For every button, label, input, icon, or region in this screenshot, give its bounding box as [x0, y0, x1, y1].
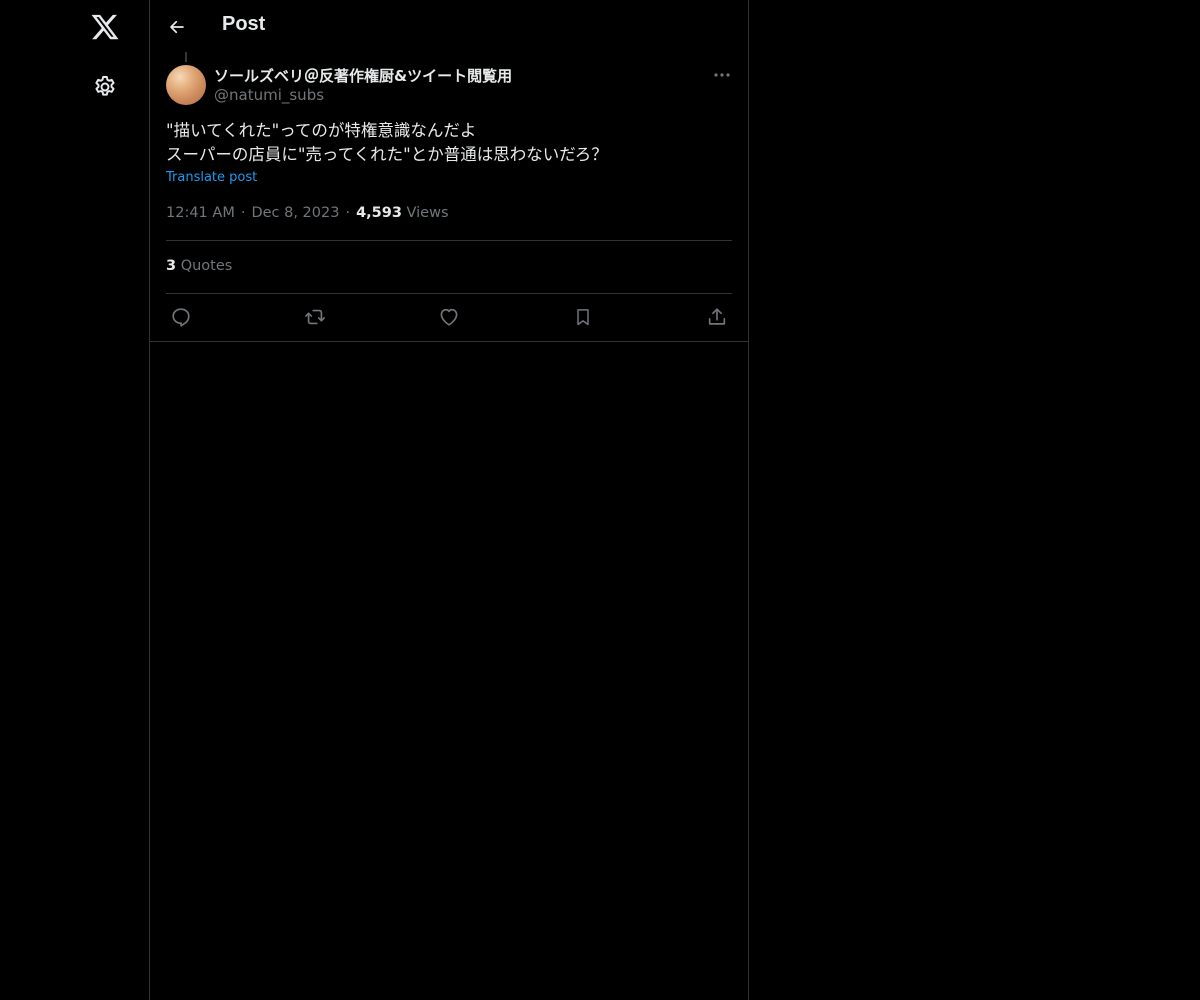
post-actions-bar — [166, 304, 732, 330]
post-text: "描いてくれた"ってのが特権意識なんだよ スーパーの店員に"売ってくれた"とか普… — [166, 119, 732, 167]
more-options-icon[interactable] — [710, 64, 734, 86]
divider — [166, 240, 732, 241]
author-handle[interactable]: @natumi_subs — [214, 86, 324, 104]
post-metadata: 12:41 AM · Dec 8, 2023 · 4,593 Views — [166, 205, 449, 221]
reply-icon[interactable] — [167, 304, 195, 330]
meta-separator: · — [345, 205, 351, 221]
post-column: Post ソールズベリ＠反著作権厨&ツイート閲覧用 @natumi_subs "… — [150, 0, 749, 1000]
like-icon[interactable] — [435, 304, 463, 330]
meta-separator: · — [240, 205, 246, 221]
views-count: 4,593 — [356, 205, 402, 221]
gear-icon[interactable] — [92, 74, 118, 100]
quotes-count: 3 — [166, 258, 177, 274]
bookmark-icon[interactable] — [569, 304, 597, 330]
post-date[interactable]: Dec 8, 2023 — [251, 205, 339, 221]
post-text-line: スーパーの店員に"売ってくれた"とか普通は思わないだろ？ — [166, 145, 608, 164]
page-title: Post — [222, 13, 266, 35]
arrow-left-icon[interactable] — [164, 14, 190, 40]
author-display-name[interactable]: ソールズベリ＠反著作権厨&ツイート閲覧用 — [214, 65, 512, 86]
left-sidebar — [0, 0, 150, 1000]
quotes-link[interactable]: 3 Quotes — [166, 258, 232, 274]
divider — [166, 293, 732, 294]
avatar[interactable] — [166, 65, 206, 105]
post-text-line: "描いてくれた"ってのが特権意識なんだよ — [166, 121, 477, 140]
repost-icon[interactable] — [301, 304, 329, 330]
share-icon[interactable] — [703, 304, 731, 330]
views-label: Views — [406, 205, 449, 221]
quotes-label: Quotes — [180, 258, 233, 274]
translate-post-link[interactable]: Translate post — [166, 170, 257, 185]
thread-connector-line — [185, 52, 187, 62]
post-bottom-border — [150, 341, 748, 342]
x-logo-icon[interactable] — [90, 12, 120, 42]
page-header: Post — [150, 0, 748, 54]
post-time[interactable]: 12:41 AM — [166, 205, 235, 221]
